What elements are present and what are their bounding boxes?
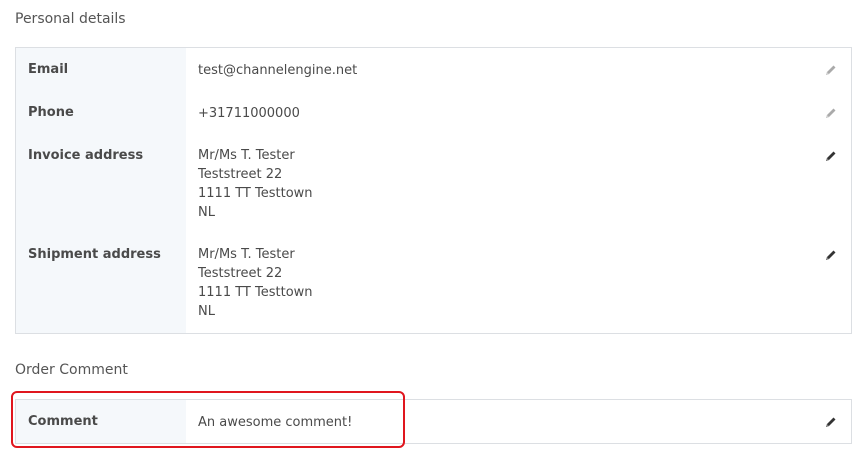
order-details-page: Personal details Email test@channelengin… bbox=[0, 0, 866, 453]
shipment-address-line: Teststreet 22 bbox=[198, 266, 283, 281]
phone-label: Phone bbox=[28, 105, 74, 120]
invoice-address-row: Invoice address Mr/Ms T. Tester Teststre… bbox=[16, 134, 851, 233]
invoice-address-line: Mr/Ms T. Tester bbox=[198, 148, 295, 163]
comment-row: Comment An awesome comment! bbox=[16, 400, 851, 443]
email-value: test@channelengine.net bbox=[198, 61, 357, 80]
edit-comment-pencil-icon[interactable] bbox=[825, 416, 837, 428]
personal-details-panel: Email test@channelengine.net Phone +3171… bbox=[15, 47, 852, 334]
shipment-address-value: Mr/Ms T. Tester Teststreet 22 1111 TT Te… bbox=[198, 245, 313, 321]
shipment-address-line: Mr/Ms T. Tester bbox=[198, 247, 295, 262]
invoice-address-label: Invoice address bbox=[28, 148, 144, 163]
order-comment-title: Order Comment bbox=[15, 362, 128, 378]
edit-shipment-address-pencil-icon[interactable] bbox=[825, 249, 837, 261]
phone-value-line: +31711000000 bbox=[198, 106, 300, 121]
edit-invoice-address-pencil-icon[interactable] bbox=[825, 150, 837, 162]
comment-label: Comment bbox=[28, 414, 98, 429]
invoice-address-line: 1111 TT Testtown bbox=[198, 186, 313, 201]
shipment-address-line: NL bbox=[198, 304, 215, 319]
personal-details-title: Personal details bbox=[15, 11, 126, 27]
phone-row: Phone +31711000000 bbox=[16, 91, 851, 134]
invoice-address-line: NL bbox=[198, 205, 215, 220]
email-value-line: test@channelengine.net bbox=[198, 63, 358, 78]
edit-phone-pencil-icon[interactable] bbox=[825, 107, 837, 119]
invoice-address-line: Teststreet 22 bbox=[198, 167, 283, 182]
shipment-address-line: 1111 TT Testtown bbox=[198, 285, 313, 300]
comment-value: An awesome comment! bbox=[198, 413, 352, 432]
comment-value-line: An awesome comment! bbox=[198, 415, 353, 430]
shipment-address-label: Shipment address bbox=[28, 247, 161, 262]
email-label: Email bbox=[28, 62, 69, 77]
phone-value: +31711000000 bbox=[198, 104, 300, 123]
invoice-address-value: Mr/Ms T. Tester Teststreet 22 1111 TT Te… bbox=[198, 146, 313, 222]
edit-email-pencil-icon[interactable] bbox=[825, 64, 837, 76]
shipment-address-row: Shipment address Mr/Ms T. Tester Teststr… bbox=[16, 233, 851, 333]
order-comment-panel: Comment An awesome comment! bbox=[15, 399, 852, 444]
email-row: Email test@channelengine.net bbox=[16, 48, 851, 91]
